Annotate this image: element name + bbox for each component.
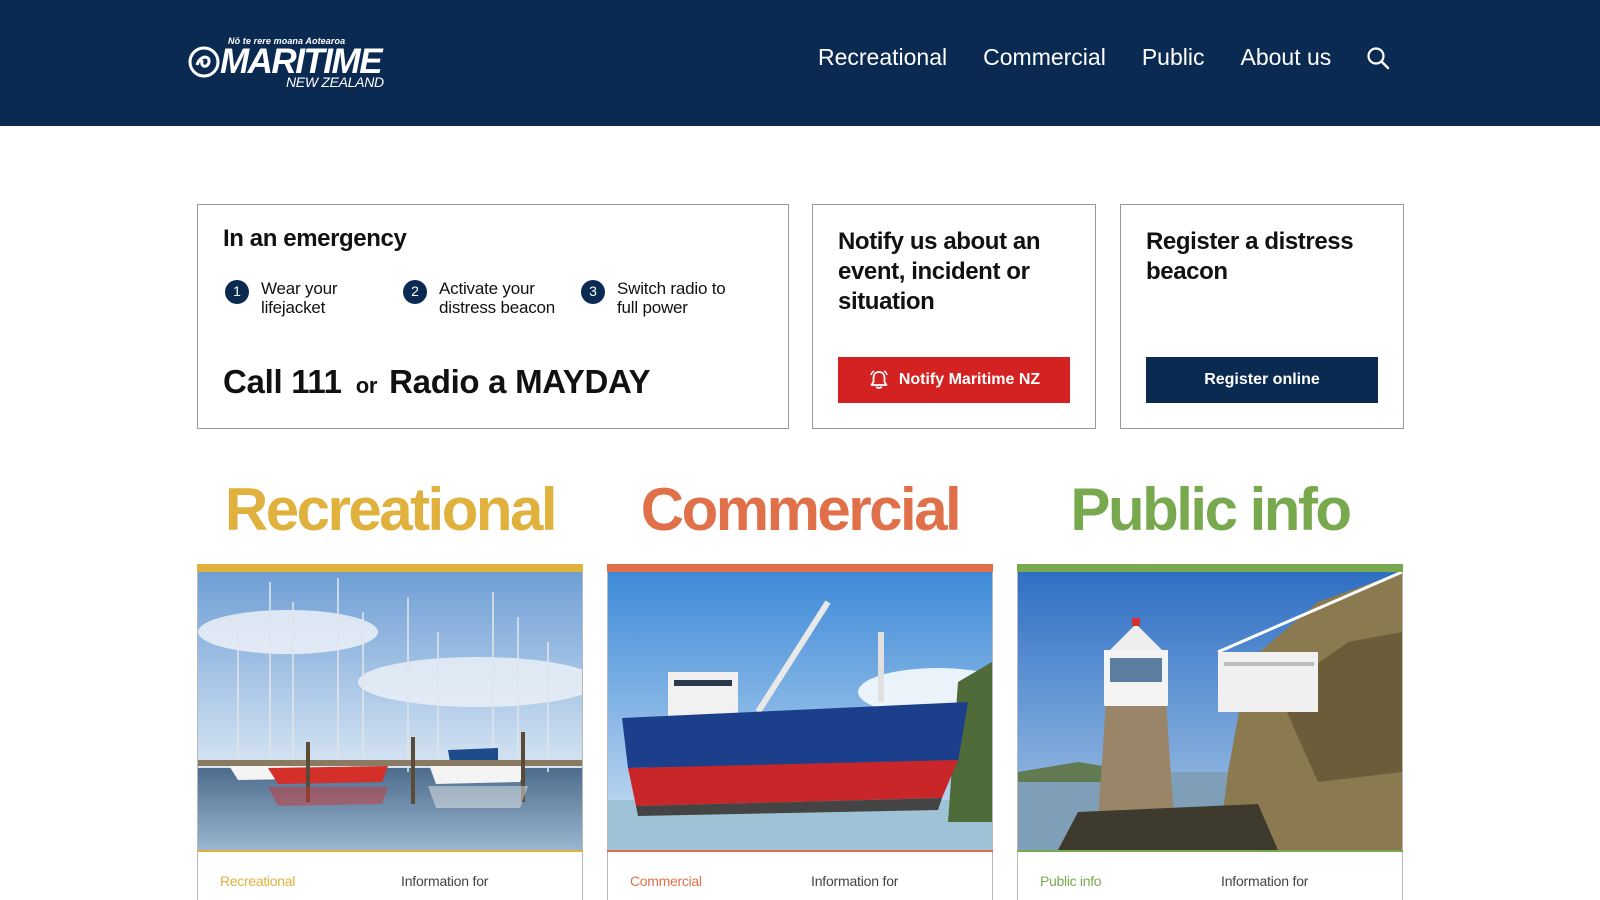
emergency-step: 3 Switch radio to full power [579, 279, 757, 317]
step-text: Wear your lifejacket [261, 279, 338, 317]
card-footer: Public info Information for [1018, 852, 1402, 900]
emergency-steps: 1 Wear your lifejacket 2 Activate your d… [223, 279, 757, 317]
emergency-step: 2 Activate your distress beacon [401, 279, 579, 317]
step-number: 3 [581, 280, 605, 304]
card-footer: Recreational Information for [198, 852, 582, 900]
step-text: Switch radio to full power [617, 279, 726, 317]
card-info-text: Information for [811, 873, 899, 889]
accent-bar [1017, 564, 1403, 572]
register-beacon-card: Register a distress beacon Register onli… [1120, 204, 1404, 429]
emergency-step: 1 Wear your lifejacket [223, 279, 401, 317]
cargo-ship-image [608, 572, 992, 850]
maritime-nz-logo[interactable]: Nō te rere moana Aotearoa MARITIME NEW Z… [188, 36, 398, 92]
nav-public[interactable]: Public [1142, 44, 1205, 71]
card-category-label: Commercial [630, 873, 702, 889]
commercial-card[interactable]: Commercial Information for [607, 564, 993, 900]
card-category-label: Recreational [220, 873, 295, 889]
step-number: 1 [225, 280, 249, 304]
register-button-label: Register online [1204, 371, 1320, 388]
beacon-title: Register a distress beacon [1146, 228, 1354, 285]
bell-icon [870, 370, 888, 389]
section-title-recreational[interactable]: Recreational [197, 474, 583, 546]
recreational-card[interactable]: Recreational Information for [197, 564, 583, 900]
emergency-call-line: Call 111 or Radio a MAYDAY [223, 363, 651, 401]
search-icon[interactable] [1365, 45, 1391, 71]
emergency-title: In an emergency [223, 225, 407, 252]
notify-title: Notify us about an event, incident or si… [838, 228, 1041, 315]
or-text: or [355, 373, 378, 398]
call-111-text: Call 111 [223, 363, 342, 400]
step-text: Activate your distress beacon [439, 279, 556, 317]
notify-card: Notify us about an event, incident or si… [812, 204, 1096, 429]
public-info-card[interactable]: Public info Information for [1017, 564, 1403, 900]
lighthouse-image [1018, 572, 1402, 850]
section-title-public-info[interactable]: Public info [1017, 474, 1403, 546]
logo-emblem-icon [188, 46, 220, 78]
card-category-label: Public info [1040, 873, 1102, 889]
radio-mayday-text: Radio a MAYDAY [389, 363, 651, 400]
nav-recreational[interactable]: Recreational [818, 44, 947, 71]
site-header: Nō te rere moana Aotearoa MARITIME NEW Z… [0, 0, 1600, 126]
nav-commercial[interactable]: Commercial [983, 44, 1106, 71]
accent-bar [197, 564, 583, 572]
nav-about-us[interactable]: About us [1240, 44, 1331, 71]
register-online-button[interactable]: Register online [1146, 357, 1378, 403]
card-info-text: Information for [1221, 873, 1309, 889]
card-footer: Commercial Information for [608, 852, 992, 900]
card-info-text: Information for [401, 873, 489, 889]
notify-button-label: Notify Maritime NZ [898, 371, 1041, 388]
main-nav: Recreational Commercial Public About us [818, 44, 1391, 71]
marina-sailboats-image [198, 572, 582, 850]
accent-bar [607, 564, 993, 572]
logo-subtitle: NEW ZEALAND [286, 74, 384, 90]
emergency-card: In an emergency 1 Wear your lifejacket 2… [197, 204, 789, 429]
section-title-commercial[interactable]: Commercial [607, 474, 993, 546]
notify-maritime-nz-button[interactable]: Notify Maritime NZ [838, 357, 1070, 403]
step-number: 2 [403, 280, 427, 304]
